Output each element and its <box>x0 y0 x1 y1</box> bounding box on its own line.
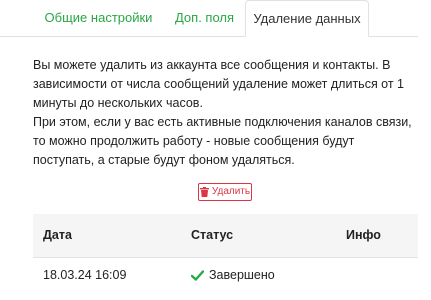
description-paragraph-1: Вы можете удалить из аккаунта все сообще… <box>33 58 405 110</box>
check-icon <box>191 269 204 281</box>
column-header-status: Статус <box>191 228 234 242</box>
cell-status: Завершено <box>191 257 275 293</box>
tab-extra-fields[interactable]: Доп. поля <box>164 0 245 36</box>
settings-tabs: Общие настройки Доп. поля Удаление данны… <box>0 0 418 37</box>
deletion-description: Вы можете удалить из аккаунта все сообще… <box>33 56 418 170</box>
column-header-date: Дата <box>43 228 72 242</box>
tab-general-settings[interactable]: Общие настройки <box>33 0 164 36</box>
table-row: 18.03.24 16:09 Завершено <box>33 257 418 293</box>
cell-date: 18.03.24 16:09 <box>43 268 127 282</box>
table-header: Дата Статус Инфо <box>33 214 418 258</box>
tab-data-deletion[interactable]: Удаление данных <box>245 0 369 37</box>
description-paragraph-2: При этом, если у вас есть активные подкл… <box>33 115 412 167</box>
delete-button[interactable]: Удалить <box>198 183 252 201</box>
trash-icon <box>199 187 209 197</box>
column-header-info: Инфо <box>346 228 381 242</box>
status-label: Завершено <box>209 268 275 282</box>
delete-button-label: Удалить <box>211 186 251 197</box>
